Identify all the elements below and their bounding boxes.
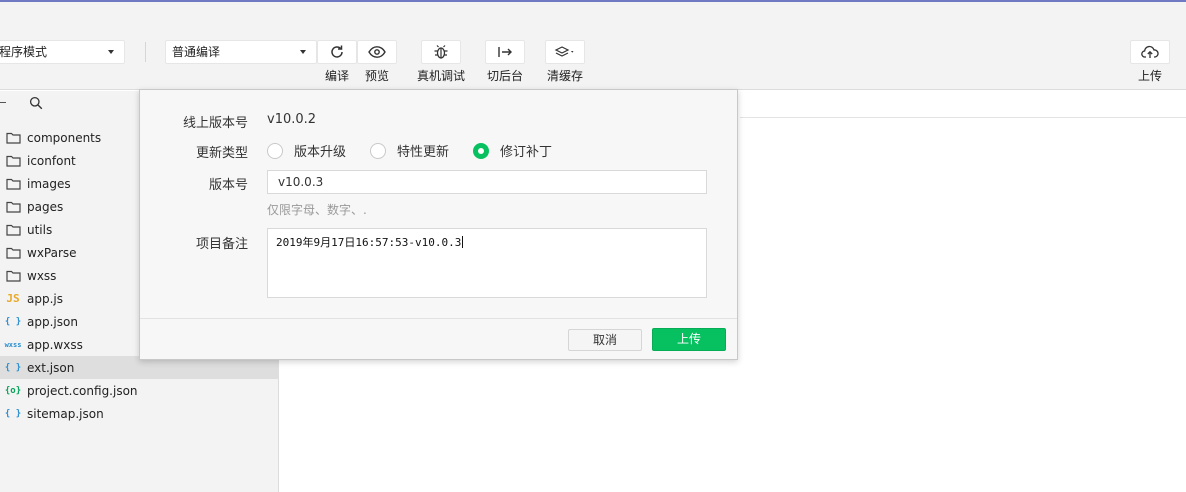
search-icon[interactable] <box>29 96 43 110</box>
folder-icon <box>2 224 24 236</box>
layers-icon <box>554 46 574 57</box>
file-name: project.config.json <box>27 383 138 398</box>
cancel-button[interactable]: 取消 <box>568 329 642 351</box>
mode-select[interactable]: 程序模式 <box>0 40 125 64</box>
file-tree-item[interactable]: { } sitemap.json <box>0 402 279 425</box>
switch-background-icon <box>498 47 512 57</box>
file-name: utils <box>27 222 53 237</box>
note-label: 项目备注 <box>195 237 248 252</box>
radio-label: 版本升级 <box>294 145 347 160</box>
compile-button[interactable] <box>317 40 357 64</box>
file-name: components <box>27 130 102 145</box>
folder-icon <box>2 247 24 259</box>
compile-select-value: 普通编译 <box>172 45 221 59</box>
online-version-label: 线上版本号 <box>182 116 248 131</box>
wxss-file-icon: wxss <box>4 340 22 349</box>
json-file-icon: { } <box>4 362 22 373</box>
file-name: app.wxss <box>27 337 83 352</box>
bug-icon <box>434 45 448 59</box>
online-version-value: v10.0.2 <box>267 112 317 127</box>
real-device-debug-button[interactable] <box>421 40 461 64</box>
chevron-down-icon <box>300 50 306 54</box>
radio-label: 修订补丁 <box>500 145 553 160</box>
file-tree-item[interactable]: {o} project.config.json <box>0 379 279 402</box>
json-file-icon: { } <box>4 408 22 419</box>
clear-cache-button[interactable] <box>545 40 585 64</box>
folder-icon <box>2 201 24 213</box>
upload-dialog: 线上版本号 v10.0.2 更新类型 版本升级 特性更新 修订补丁 版本号 v1… <box>139 89 738 360</box>
radio-feature-update[interactable]: 特性更新 <box>370 141 449 160</box>
switch-background-button[interactable] <box>485 40 525 64</box>
version-hint: 仅限字母、数字、. <box>267 203 367 217</box>
upload-label: 上传 <box>1137 69 1162 83</box>
radio-circle <box>370 142 386 159</box>
folder-icon <box>2 132 24 144</box>
folder-icon <box>2 270 24 282</box>
toolbar-divider <box>145 42 146 62</box>
version-input[interactable]: v10.0.3 <box>267 170 707 194</box>
file-name: wxss <box>27 268 57 283</box>
note-text: 2019年9月17日16:57:53-v10.0.3 <box>276 236 462 249</box>
folder-icon <box>2 178 24 190</box>
confirm-upload-button[interactable]: 上传 <box>652 328 726 351</box>
dialog-footer: 取消 上传 <box>140 318 737 359</box>
switch-background-label: 切后台 <box>486 69 523 83</box>
file-name: app.js <box>27 291 63 306</box>
mode-select-value: 程序模式 <box>0 45 48 59</box>
toolbar: 程序模式 普通编译 编译 预览 真机调试 切后台 清缓存 上传 <box>0 2 1186 90</box>
file-name: iconfont <box>27 153 76 168</box>
update-type-label: 更新类型 <box>195 146 248 161</box>
preview-label: 预览 <box>364 69 389 83</box>
radio-version-upgrade[interactable]: 版本升级 <box>267 141 346 160</box>
eye-icon <box>368 46 386 58</box>
file-name: sitemap.json <box>27 406 104 421</box>
refresh-icon <box>331 45 343 58</box>
file-name: pages <box>27 199 64 214</box>
version-label: 版本号 <box>208 178 248 193</box>
preview-button[interactable] <box>357 40 397 64</box>
file-name: wxParse <box>27 245 77 260</box>
compile-select[interactable]: 普通编译 <box>165 40 317 64</box>
cloud-upload-icon <box>1141 45 1159 58</box>
file-name: app.json <box>27 314 78 329</box>
compile-label: 编译 <box>324 69 349 83</box>
note-textarea[interactable]: 2019年9月17日16:57:53-v10.0.3 <box>267 228 707 298</box>
real-device-debug-label: 真机调试 <box>416 69 465 83</box>
chevron-down-icon <box>108 50 114 54</box>
folder-icon <box>2 155 24 167</box>
collapse-icon[interactable] <box>0 102 6 103</box>
radio-revision-patch[interactable]: 修订补丁 <box>473 141 552 160</box>
editor-tab-bar <box>740 91 1186 118</box>
json-file-icon: { } <box>4 316 22 327</box>
text-caret <box>462 236 464 248</box>
clear-cache-label: 清缓存 <box>546 69 583 83</box>
js-file-icon: JS <box>6 292 20 305</box>
file-name: ext.json <box>27 360 75 375</box>
radio-circle-checked <box>473 142 489 159</box>
file-name: images <box>27 176 71 191</box>
config-file-icon: {o} <box>4 385 22 396</box>
radio-label: 特性更新 <box>397 145 450 160</box>
radio-circle <box>267 142 283 159</box>
upload-button[interactable] <box>1130 40 1170 64</box>
